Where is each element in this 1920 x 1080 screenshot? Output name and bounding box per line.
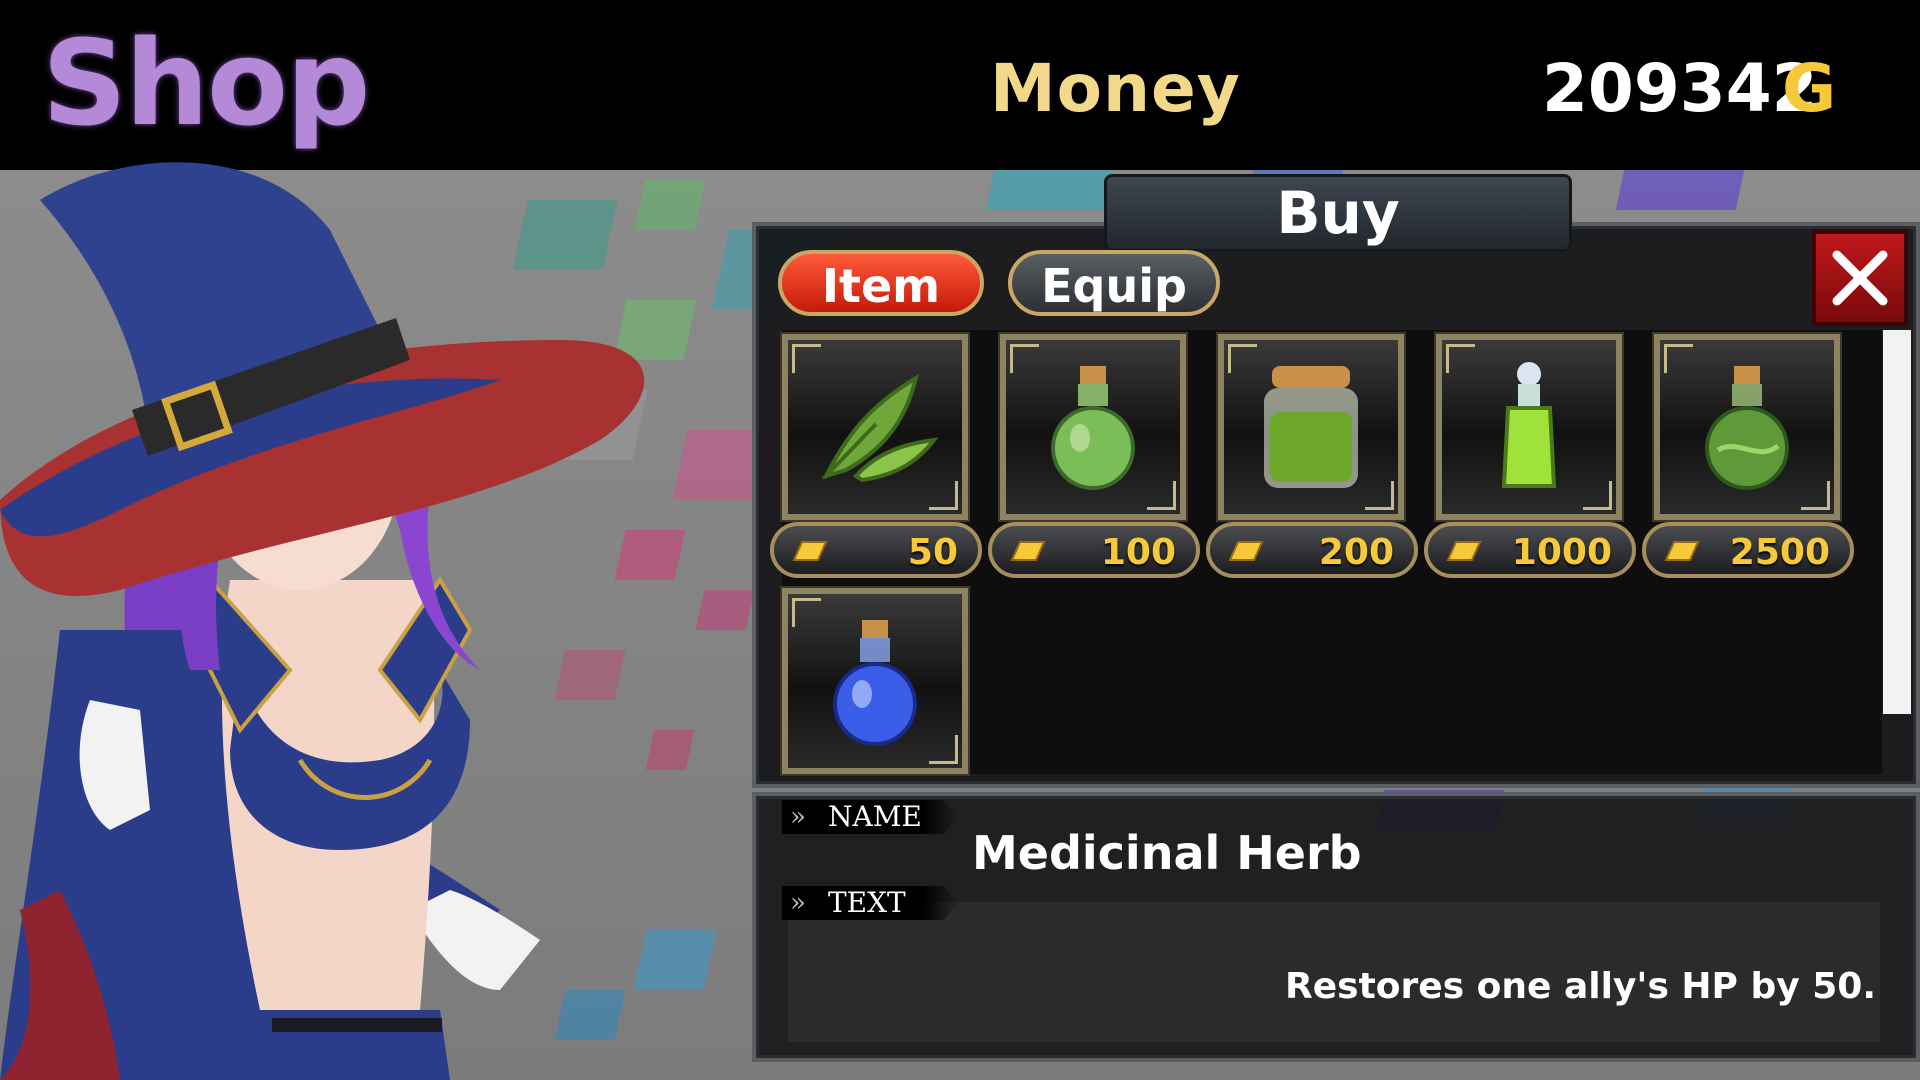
item-slot-green-potion[interactable] [998, 332, 1188, 522]
chevron-right-icon: » [790, 802, 806, 832]
page-title: Shop [42, 14, 371, 152]
buy-panel-title: Buy [1104, 174, 1572, 252]
text-field-label: » TEXT [782, 886, 958, 920]
money-unit: G [1782, 50, 1837, 127]
green-jar-icon [1264, 366, 1358, 488]
price-tag: 50 [770, 522, 982, 578]
price-tag: 100 [988, 522, 1200, 578]
herb-leaf-icon [822, 373, 939, 483]
price-tag: 1000 [1424, 522, 1636, 578]
item-slot-green-flask[interactable] [1652, 332, 1842, 522]
item-description: Restores one ally's HP by 50. [1285, 966, 1876, 1007]
item-slot-lime-vial[interactable] [1434, 332, 1624, 522]
close-x-icon [1832, 250, 1888, 306]
item-name: Medicinal Herb [972, 826, 1362, 880]
item-slot-blue-potion[interactable] [780, 586, 970, 776]
item-grid-scrollbar[interactable] [1883, 330, 1911, 714]
money-label: Money [990, 50, 1241, 127]
money-value: 209342 [1542, 50, 1818, 127]
close-button[interactable] [1812, 230, 1908, 326]
chevron-right-icon: » [790, 888, 806, 918]
gold-bar-icon [1010, 541, 1046, 561]
gold-bar-icon [1664, 541, 1700, 561]
tab-item[interactable]: Item [778, 250, 984, 316]
item-slot-green-jar[interactable] [1216, 332, 1406, 522]
green-flask-icon [1705, 366, 1789, 490]
witch-character-illustration [0, 162, 645, 1080]
name-field-label: » NAME [782, 800, 958, 834]
gold-bar-icon [1228, 541, 1264, 561]
tab-equip[interactable]: Equip [1008, 250, 1220, 316]
item-slot-medicinal-herb[interactable] [780, 332, 970, 522]
gold-bar-icon [1446, 541, 1482, 561]
price-tag: 200 [1206, 522, 1418, 578]
gold-bar-icon [792, 541, 828, 561]
lime-vial-icon [1501, 362, 1557, 488]
blue-potion-icon [833, 620, 917, 746]
green-potion-icon [1051, 366, 1135, 490]
price-tag: 2500 [1642, 522, 1854, 578]
